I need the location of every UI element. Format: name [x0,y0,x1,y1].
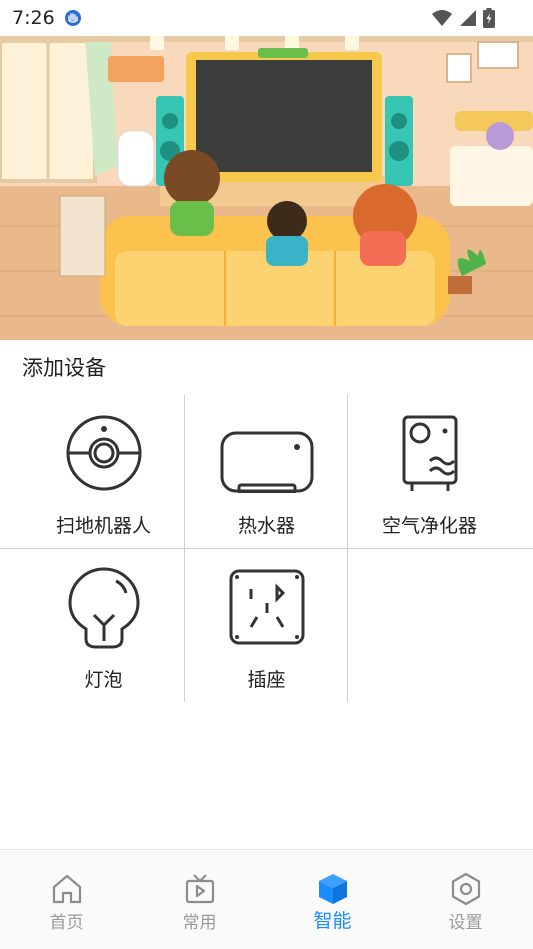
device-air-purifier[interactable]: 空气净化器 [341,395,518,548]
nav-label: 常用 [182,913,217,933]
device-water-heater[interactable]: 热水器 [178,395,355,548]
nav-item-common[interactable]: 常用 [133,850,266,949]
notification-icon [64,9,82,31]
tv-icon [183,872,217,906]
air-purifier-icon [390,413,470,493]
battery-icon [483,8,495,32]
device-label: 扫地机器人 [55,515,151,537]
signal-icon [459,9,477,31]
nav-label: 智能 [313,910,352,932]
nav-item-home[interactable]: 首页 [0,850,133,949]
status-icons [431,8,495,32]
home-icon [50,872,84,906]
nav-label: 首页 [49,913,84,933]
cube-icon [316,872,350,906]
nav-item-smart[interactable]: 智能 [266,850,399,949]
device-label: 灯泡 [84,669,123,691]
device-power-socket[interactable]: 插座 [178,549,355,702]
robot-vacuum-icon [64,413,144,493]
nav-label: 设置 [448,913,483,933]
water-heater-icon [220,413,313,495]
status-time: 7:26 [12,7,55,29]
device-label: 空气净化器 [381,515,477,537]
power-socket-icon [227,567,307,647]
hexagon-settings-icon [449,872,483,906]
device-light-bulb[interactable]: 灯泡 [15,549,192,702]
banner-illustration [0,36,533,340]
section-title: 添加设备 [22,356,106,380]
device-robot-vacuum[interactable]: 扫地机器人 [15,395,192,548]
device-label: 热水器 [237,515,295,537]
bottom-nav: 首页 常用 智能 设置 [0,849,533,949]
nav-item-settings[interactable]: 设置 [399,850,532,949]
device-label: 插座 [247,669,286,691]
status-bar: 7:26 [0,0,533,36]
wifi-icon [431,9,453,31]
light-bulb-icon [64,567,144,649]
